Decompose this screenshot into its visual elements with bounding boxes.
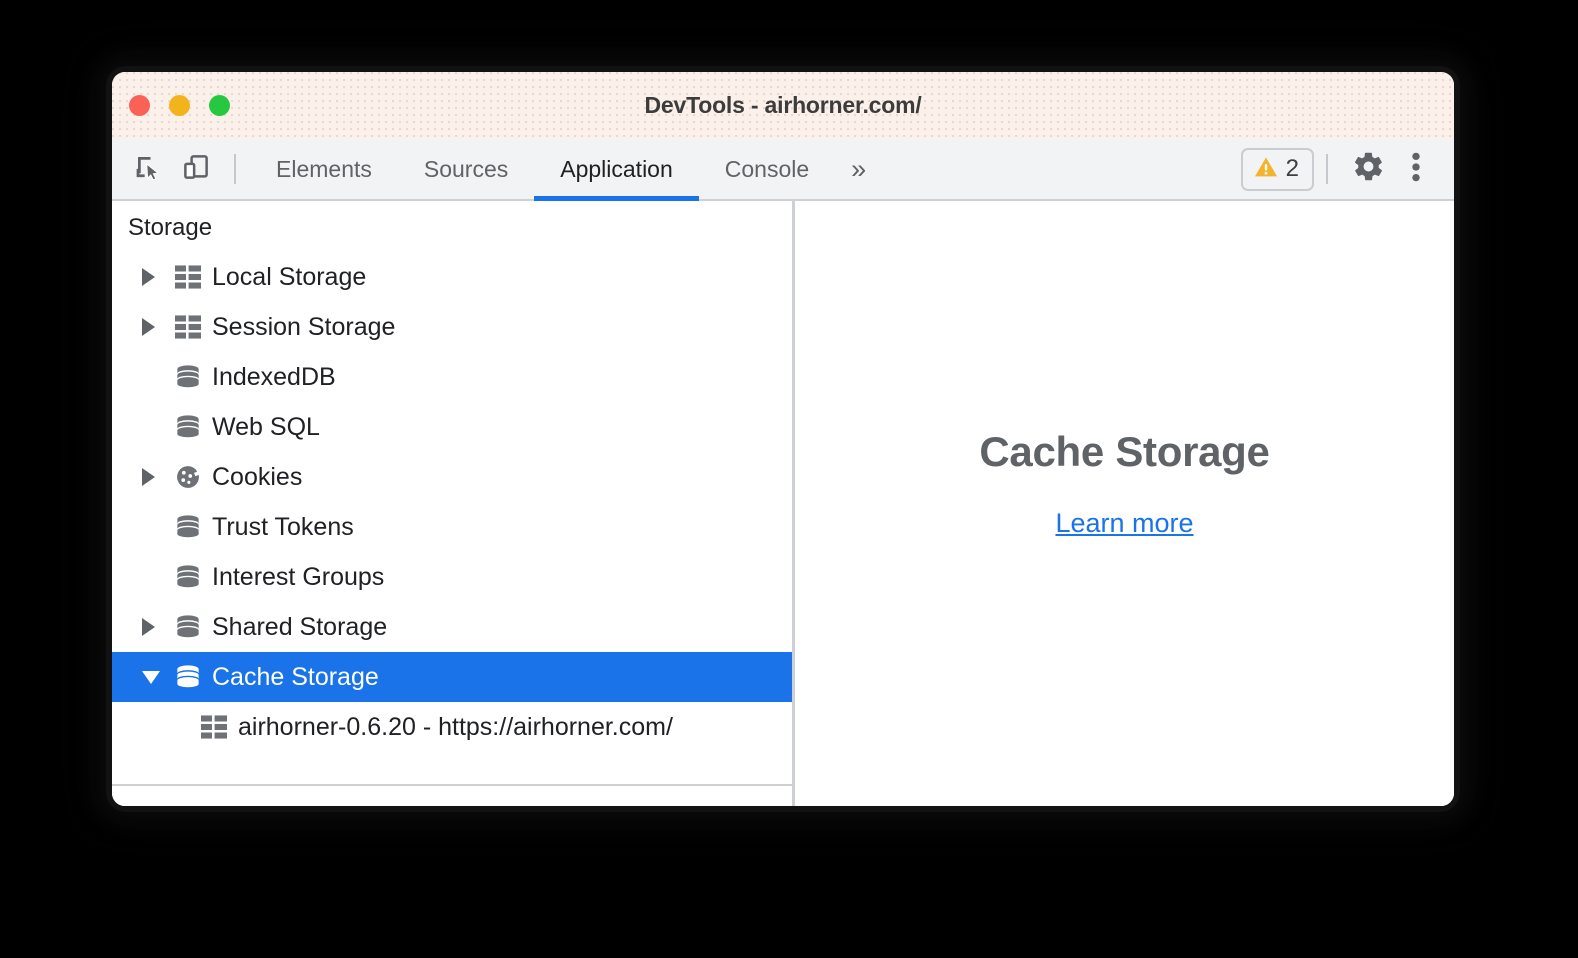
chevron-right-icon[interactable] — [142, 268, 168, 286]
tab-sources[interactable]: Sources — [398, 139, 534, 199]
minimize-button[interactable] — [169, 95, 190, 116]
tab-application[interactable]: Application — [534, 139, 699, 201]
devtools-window: DevTools - airhorner.com/ Elements Sourc… — [112, 72, 1454, 806]
cookie-icon — [168, 463, 208, 491]
table-icon — [168, 264, 208, 290]
chevron-down-icon[interactable] — [142, 670, 168, 684]
database-icon — [168, 513, 208, 541]
tab-elements[interactable]: Elements — [250, 139, 398, 199]
toolbar-divider — [234, 154, 236, 184]
more-tabs-chevron-icon[interactable]: » — [835, 139, 882, 199]
tree-item-cache-storage[interactable]: Cache Storage — [112, 652, 792, 702]
database-icon — [168, 613, 208, 641]
tree-item-label: Cache Storage — [212, 662, 379, 691]
tree-item-trust-tokens[interactable]: Trust Tokens — [112, 502, 792, 552]
tree-item-label: airhorner-0.6.20 - https://airhorner.com… — [238, 712, 673, 741]
zoom-button[interactable] — [209, 95, 230, 116]
toolbar-right-group: 2 — [1240, 146, 1438, 192]
tree-item-label: Web SQL — [212, 412, 320, 441]
tree-item-local-storage[interactable]: Local Storage — [112, 252, 792, 302]
device-toolbar-icon — [181, 152, 211, 187]
warning-badge[interactable]: 2 — [1240, 147, 1314, 191]
tree-item-interest-groups[interactable]: Interest Groups — [112, 552, 792, 602]
storage-sidebar: Storage Local Storage Session Storage In… — [112, 201, 795, 806]
window-controls — [129, 95, 230, 116]
tree-item-web-sql[interactable]: Web SQL — [112, 402, 792, 452]
tree-bottom-divider — [112, 784, 792, 786]
toolbar-divider-right — [1326, 154, 1328, 184]
inspect-element-button[interactable] — [126, 148, 170, 190]
tree-item-label: Shared Storage — [212, 612, 388, 641]
storage-tree: Local Storage Session Storage IndexedDB … — [112, 252, 792, 752]
tree-item-label: Trust Tokens — [212, 512, 354, 541]
tree-item-session-storage[interactable]: Session Storage — [112, 302, 792, 352]
database-icon — [168, 363, 208, 391]
table-icon — [168, 314, 208, 340]
cache-storage-empty-panel: Cache Storage Learn more — [795, 201, 1454, 806]
tree-item-label: IndexedDB — [212, 362, 336, 391]
learn-more-link[interactable]: Learn more — [1055, 508, 1193, 539]
chevron-right-icon[interactable] — [142, 618, 168, 636]
chevron-right-icon[interactable] — [142, 318, 168, 336]
tree-item-shared-storage[interactable]: Shared Storage — [112, 602, 792, 652]
gear-icon — [1352, 150, 1385, 188]
database-icon — [168, 563, 208, 591]
storage-section-header: Storage — [128, 214, 213, 241]
tree-item-label: Local Storage — [212, 262, 367, 291]
tree-item-cache-entry[interactable]: airhorner-0.6.20 - https://airhorner.com… — [112, 702, 792, 752]
table-icon — [194, 714, 234, 740]
tree-item-indexeddb[interactable]: IndexedDB — [112, 352, 792, 402]
inspect-element-icon — [133, 152, 163, 187]
tree-item-label: Session Storage — [212, 312, 396, 341]
warning-count: 2 — [1285, 155, 1299, 182]
title-bar: DevTools - airhorner.com/ — [112, 72, 1454, 139]
close-button[interactable] — [129, 95, 150, 116]
page-title: Cache Storage — [979, 428, 1270, 475]
settings-button[interactable] — [1342, 146, 1394, 192]
tree-item-label: Interest Groups — [212, 562, 385, 591]
database-icon — [168, 413, 208, 441]
database-icon — [168, 663, 208, 691]
three-dots-icon — [1411, 150, 1421, 189]
tab-console[interactable]: Console — [699, 139, 835, 199]
more-options-button[interactable] — [1394, 146, 1438, 192]
window-title: DevTools - airhorner.com/ — [644, 92, 922, 118]
tree-item-cookies[interactable]: Cookies — [112, 452, 792, 502]
tree-item-label: Cookies — [212, 462, 303, 491]
device-toolbar-button[interactable] — [174, 148, 218, 190]
content-area: Storage Local Storage Session Storage In… — [112, 201, 1454, 806]
devtools-toolbar: Elements Sources Application Console » 2 — [112, 139, 1454, 201]
panel-tabs: Elements Sources Application Console » — [250, 139, 882, 201]
chevron-right-icon[interactable] — [142, 468, 168, 486]
warning-triangle-icon — [1253, 154, 1279, 185]
